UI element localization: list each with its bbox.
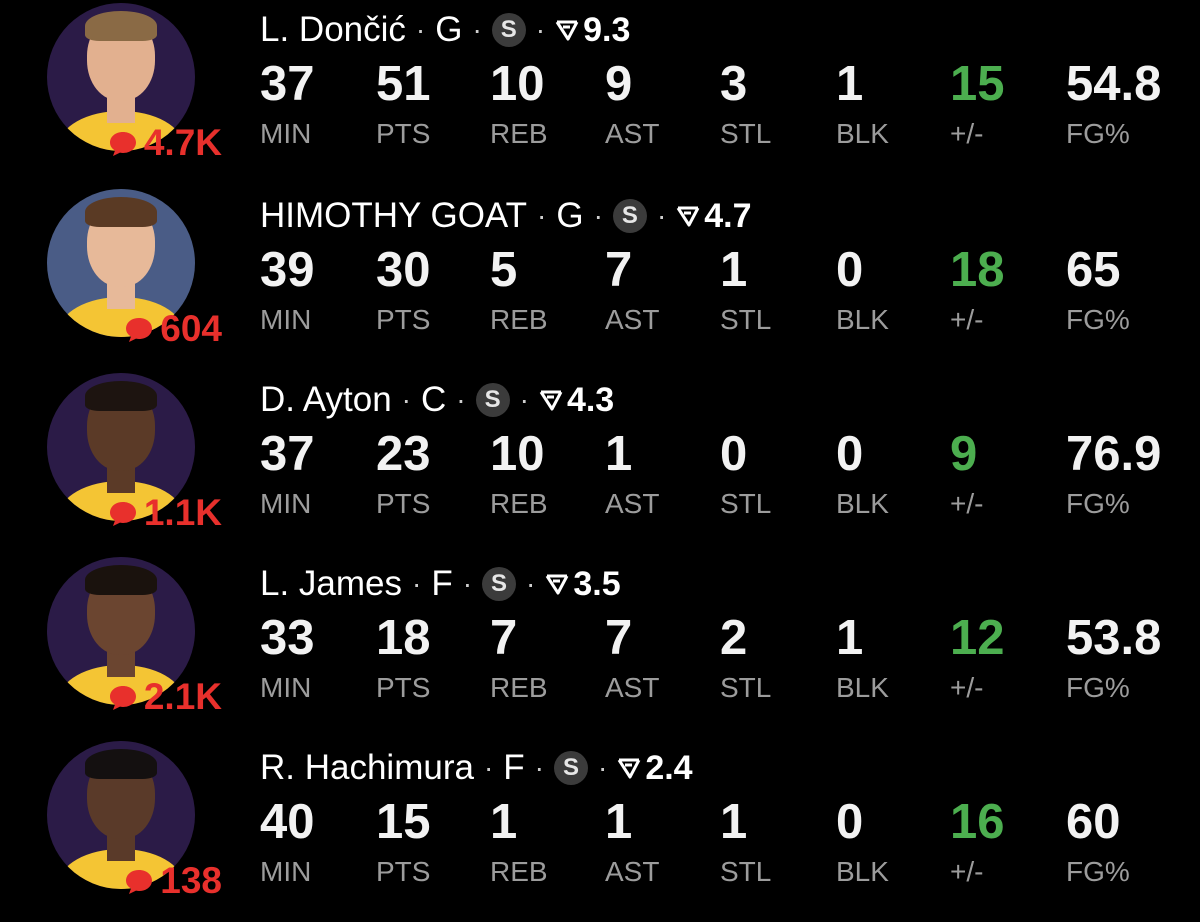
player-rating: 9.3	[583, 10, 631, 49]
stat-value: 54.8	[1066, 57, 1162, 111]
hair-shape	[85, 197, 157, 227]
stat-value: 65	[1066, 243, 1121, 297]
player-row[interactable]: 138 R. Hachimura · F · S · 2.4 40 MIN 15 PTS 1 REB 1 AS…	[0, 738, 1200, 922]
player-position: G	[435, 10, 463, 49]
separator-dot: ·	[462, 567, 473, 599]
player-name-line: D. Ayton · C · S · 4.3	[260, 382, 614, 417]
player-name[interactable]: L. James	[260, 566, 402, 601]
comment-count[interactable]: 1.1K	[108, 494, 222, 531]
trend-arrow-icon	[539, 390, 563, 410]
separator-dot: ·	[519, 383, 529, 415]
separator-dot: ·	[472, 13, 482, 45]
player-name[interactable]: D. Ayton	[260, 382, 392, 417]
separator-dot: ·	[412, 567, 422, 599]
comment-count-label: 138	[160, 860, 222, 901]
stat-value: 53.8	[1066, 611, 1162, 665]
comment-bubble-icon	[109, 501, 136, 526]
starter-badge-icon: S	[554, 750, 588, 785]
separator-dot: ·	[537, 199, 547, 231]
comment-bubble-icon	[109, 685, 136, 710]
player-rating: 4.7	[704, 196, 752, 235]
hair-shape	[85, 565, 157, 595]
trend-arrow-icon	[546, 574, 569, 594]
player-name-line: L. James · F · S · 3.5	[260, 566, 621, 601]
starter-badge-icon: S	[491, 12, 526, 47]
player-position: F	[503, 748, 525, 787]
player-name[interactable]: L. Dončić	[260, 12, 406, 47]
comment-count-label: 2.1K	[143, 676, 222, 717]
trend-arrow-icon	[618, 758, 641, 778]
separator-dot: ·	[535, 13, 546, 45]
trend-arrow-icon	[555, 20, 579, 40]
player-rating: 3.5	[573, 564, 621, 603]
player-row[interactable]: 4.7K L. Dončić · G · S · 9.3 37 MIN 51 PTS 10 REB 9 AST…	[0, 0, 1200, 184]
comment-count[interactable]: 138	[124, 862, 222, 899]
trend-arrow-icon	[677, 206, 700, 226]
comment-count[interactable]: 2.1K	[108, 678, 222, 715]
stat-fg-pct: 76.9 FG%	[1066, 430, 1200, 518]
stat-label: FG%	[1066, 672, 1130, 703]
separator-dot: ·	[593, 199, 603, 231]
stat-fg-pct: 65 FG%	[1066, 246, 1200, 334]
comment-count[interactable]: 604	[124, 310, 222, 347]
comment-count[interactable]: 4.7K	[108, 124, 222, 161]
stat-label: FG%	[1066, 118, 1130, 149]
separator-dot: ·	[456, 383, 466, 415]
player-name-line: L. Dončić · G · S · 9.3	[260, 12, 630, 47]
separator-dot: ·	[656, 199, 667, 231]
stat-label: FG%	[1066, 856, 1130, 887]
starter-badge-icon: S	[612, 198, 647, 233]
comment-count-label: 4.7K	[143, 122, 222, 163]
stat-fg-pct: 54.8 FG%	[1066, 60, 1200, 148]
hair-shape	[85, 749, 157, 779]
player-rating: 2.4	[645, 748, 693, 787]
stat-fg-pct: 53.8 FG%	[1066, 614, 1200, 702]
separator-dot: ·	[401, 383, 411, 415]
separator-dot: ·	[598, 751, 608, 783]
stat-value: 76.9	[1066, 427, 1162, 481]
player-name-line: HIMOTHY GOAT · G · S · 4.7	[260, 198, 752, 233]
comment-bubble-icon	[126, 869, 153, 894]
separator-dot: ·	[534, 751, 544, 783]
comment-bubble-icon	[126, 317, 153, 342]
hair-shape	[85, 11, 157, 41]
comment-count-label: 604	[160, 308, 222, 349]
player-stats-list: 4.7K L. Dončić · G · S · 9.3 37 MIN 51 PTS 10 REB 9 AST…	[0, 0, 1200, 922]
player-position: C	[421, 380, 447, 419]
player-name-line: R. Hachimura · F · S · 2.4	[260, 750, 693, 785]
starter-badge-icon: S	[482, 566, 517, 601]
hair-shape	[85, 381, 157, 411]
stat-fg-pct: 60 FG%	[1066, 798, 1200, 886]
player-rating: 4.3	[566, 380, 615, 419]
player-position: F	[431, 564, 453, 603]
stat-value: 60	[1066, 795, 1121, 849]
separator-dot: ·	[483, 751, 494, 783]
player-position: G	[556, 196, 584, 235]
stat-label: FG%	[1066, 488, 1130, 519]
player-row[interactable]: 604 HIMOTHY GOAT · G · S · 4.7 39 MIN 30 PTS 5 REB 7 AS…	[0, 186, 1200, 370]
comment-bubble-icon	[109, 131, 136, 156]
player-name[interactable]: HIMOTHY GOAT	[260, 198, 527, 233]
comment-count-label: 1.1K	[143, 492, 222, 533]
player-row[interactable]: 2.1K L. James · F · S · 3.5 33 MIN 18 PTS 7 REB 7 AST 2 S…	[0, 554, 1200, 738]
separator-dot: ·	[526, 567, 536, 599]
player-name[interactable]: R. Hachimura	[260, 750, 474, 785]
separator-dot: ·	[415, 13, 426, 45]
player-row[interactable]: 1.1K D. Ayton · C · S · 4.3 37 MIN 23 PTS 10 REB 1 AST 0…	[0, 370, 1200, 554]
stat-label: FG%	[1066, 304, 1130, 335]
starter-badge-icon: S	[475, 382, 510, 417]
